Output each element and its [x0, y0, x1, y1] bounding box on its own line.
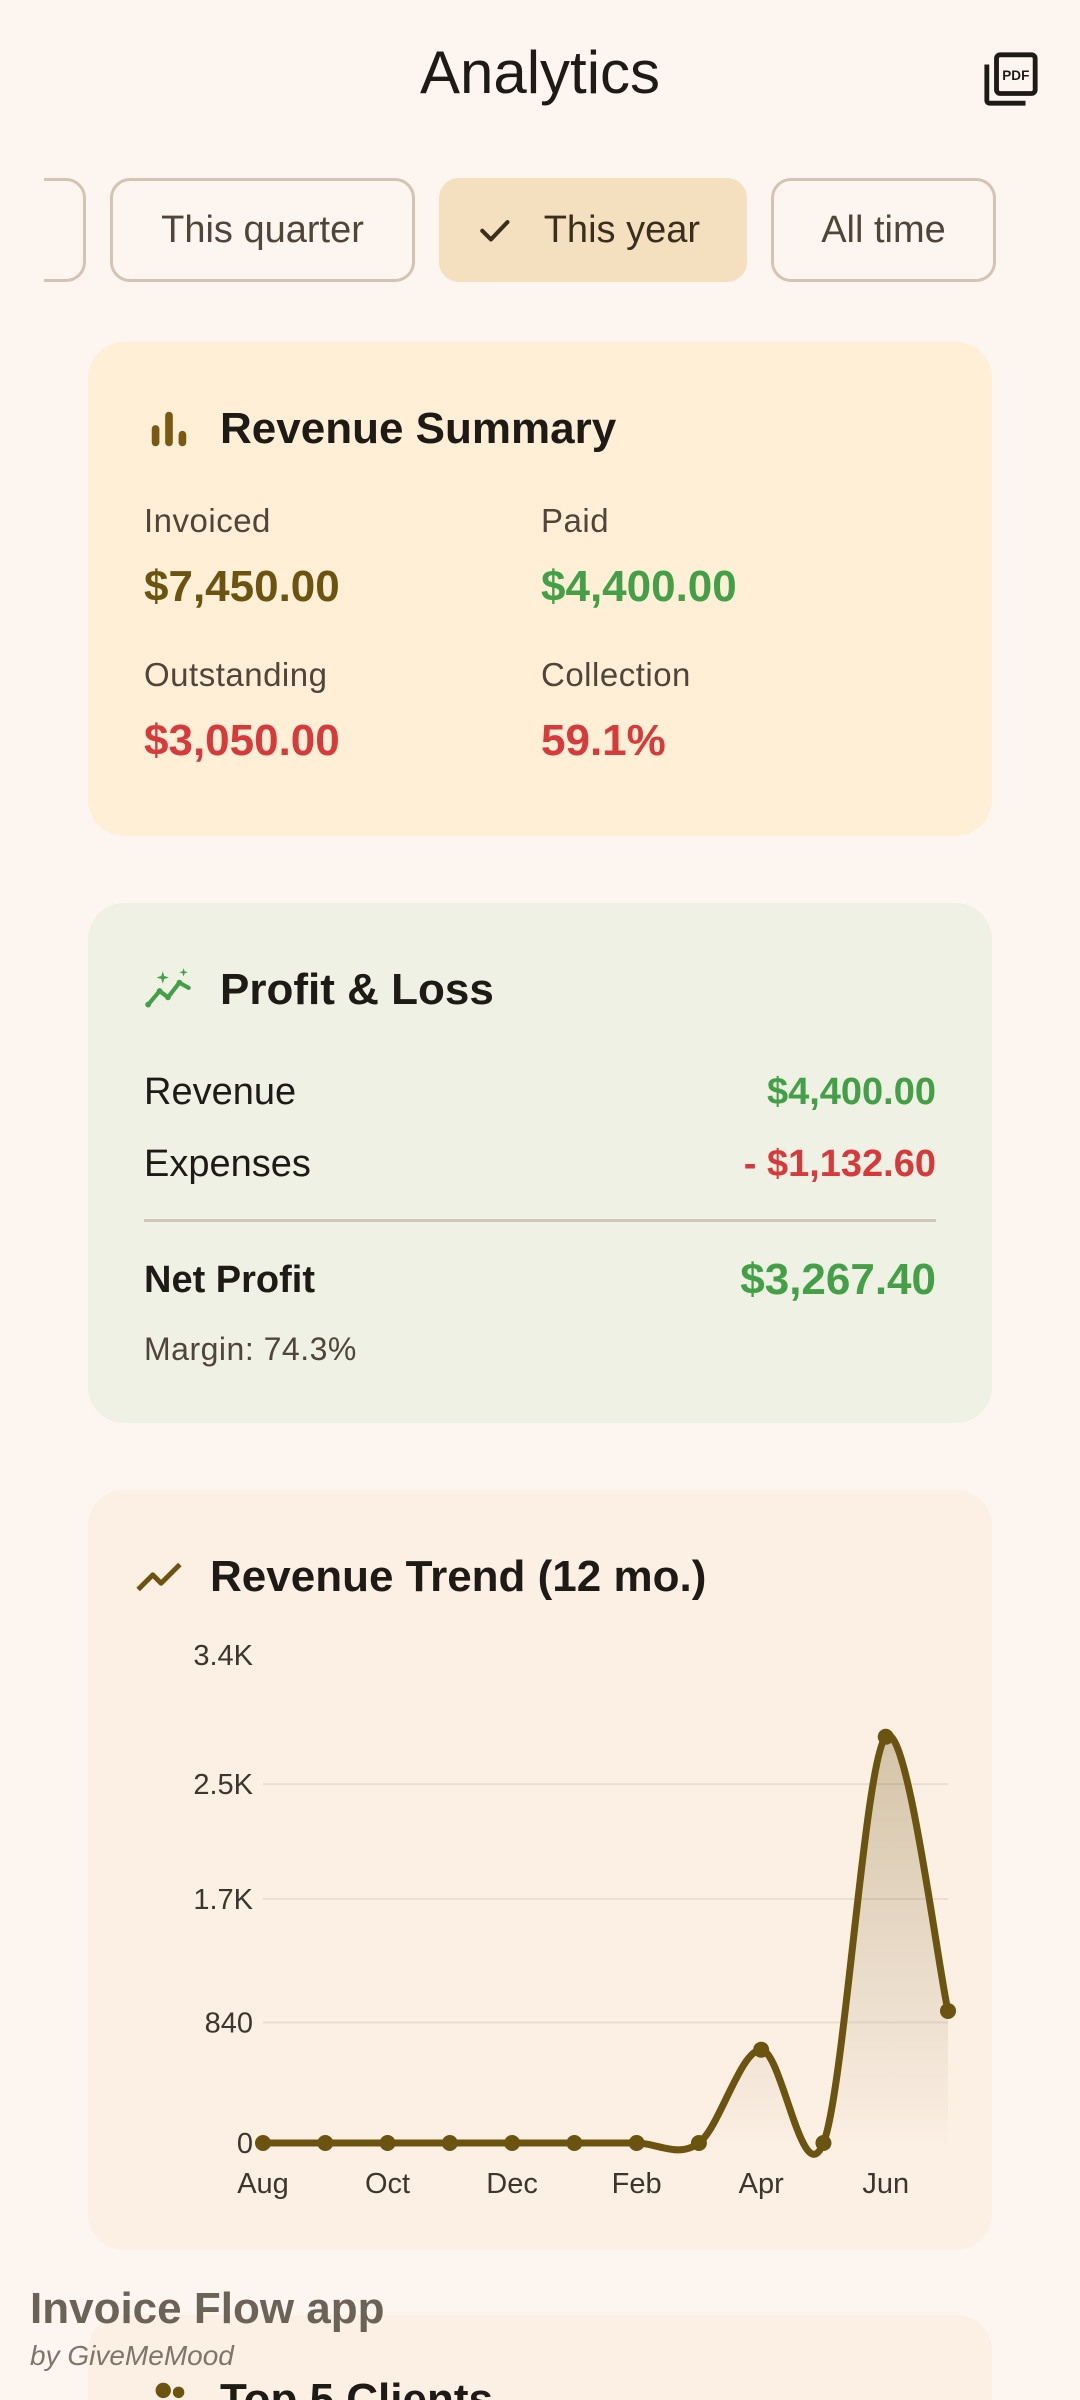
watermark-subtitle: by GiveMeMood — [30, 2340, 234, 2371]
metric-value: $3,050.00 — [144, 716, 340, 765]
pdf-icon-text: PDF — [1002, 68, 1029, 83]
revenue-summary-header: Revenue Summary — [144, 404, 616, 454]
x-tick-label: Dec — [486, 2168, 538, 2200]
chip-label: This quarter — [161, 208, 364, 251]
metric-label: Collection — [541, 656, 691, 693]
x-tick-label: Jun — [862, 2168, 909, 2200]
analytics-screen: Analytics PDF th This quarter This year — [0, 0, 1080, 2400]
metric-value: $4,400.00 — [541, 562, 737, 611]
data-point — [628, 2135, 645, 2151]
x-tick-label: Feb — [612, 2168, 662, 2200]
pnl-divider — [144, 1219, 936, 1222]
card-title: Revenue Trend (12 mo.) — [210, 1552, 707, 1601]
chip-label: This year — [543, 208, 700, 251]
data-point — [815, 2135, 832, 2151]
x-tick-label: Aug — [237, 2168, 289, 2200]
x-tick-label: Oct — [365, 2168, 410, 2200]
row-label: Expenses — [144, 1143, 311, 1185]
chip-this-year[interactable]: This year — [439, 178, 747, 282]
people-icon — [144, 2375, 194, 2400]
row-value: $4,400.00 — [766, 1071, 936, 1113]
trending-up-sparkle-icon — [144, 965, 194, 1015]
data-point — [690, 2135, 707, 2151]
watermark-title: Invoice Flow app — [30, 2284, 385, 2333]
y-tick-label: 840 — [205, 2007, 253, 2039]
profit-loss-header: Profit & Loss — [144, 965, 494, 1015]
pdf-icon: PDF — [984, 52, 1038, 106]
revenue-trend-card: Revenue Trend (12 mo.) 0 840 1.7K 2.5K 3.4K … — [88, 1490, 992, 2250]
data-point — [940, 2002, 956, 2019]
card-title: Revenue Summary — [220, 404, 617, 453]
data-point — [379, 2135, 396, 2151]
revenue-trend-header: Revenue Trend (12 mo.) — [134, 1552, 706, 1602]
y-tick-label: 1.7K — [193, 1884, 253, 1916]
chip-label: All time — [821, 208, 946, 251]
data-point — [441, 2135, 458, 2151]
app-bar: Analytics PDF — [0, 0, 1080, 150]
pnl-revenue-row: Revenue $4,400.00 — [144, 1071, 936, 1114]
chip-all-time[interactable]: All time — [771, 178, 996, 282]
data-point — [566, 2135, 583, 2151]
data-point — [317, 2135, 334, 2151]
revenue-summary-card: Revenue Summary Invoiced $7,450.00 Paid … — [88, 342, 992, 836]
data-point — [504, 2135, 521, 2151]
metric-paid: Paid $4,400.00 — [541, 502, 921, 612]
pnl-net-row: Net Profit $3,267.40 — [144, 1255, 936, 1305]
bar-chart-icon — [144, 404, 194, 454]
metric-label: Outstanding — [144, 656, 328, 693]
top-clients-header: Top 5 Clients — [144, 2375, 493, 2400]
data-point — [753, 2041, 770, 2058]
metric-value: 59.1% — [541, 716, 666, 765]
metric-value: $7,450.00 — [144, 562, 340, 611]
page-title: Analytics — [419, 39, 661, 106]
export-pdf-button[interactable]: PDF — [976, 44, 1046, 114]
trending-up-icon — [134, 1552, 184, 1602]
metric-label: Invoiced — [144, 502, 271, 539]
chip-row-fade-right — [1040, 178, 1080, 284]
revenue-trend-chart: 0 840 1.7K 2.5K 3.4K Aug Oct Dec Feb Apr Jun — [193, 1640, 956, 2200]
row-value: $3,267.40 — [740, 1255, 936, 1304]
period-filter-chips: th This quarter This year All time — [0, 178, 1080, 284]
trend-area — [263, 1735, 948, 2155]
metric-label: Paid — [541, 502, 610, 539]
y-tick-label: 3.4K — [193, 1640, 253, 1672]
row-label: Net Profit — [144, 1258, 315, 1301]
row-value: - $1,132.60 — [743, 1143, 936, 1185]
row-label: Revenue — [144, 1071, 297, 1113]
check-icon — [480, 220, 510, 242]
chip-this-quarter[interactable]: This quarter — [110, 178, 415, 282]
metric-collection: Collection 59.1% — [541, 656, 921, 766]
metric-invoiced: Invoiced $7,450.00 — [144, 502, 524, 612]
card-title: Top 5 Clients — [220, 2375, 493, 2400]
chip-row-fade-left — [0, 178, 44, 284]
profit-loss-card: Profit & Loss Revenue $4,400.00 Expenses… — [88, 903, 992, 1423]
margin-text: Margin: 74.3% — [144, 1331, 357, 1367]
data-point — [255, 2135, 271, 2151]
x-tick-label: Apr — [739, 2168, 784, 2200]
data-point — [877, 1728, 894, 1745]
card-title: Profit & Loss — [220, 965, 494, 1014]
metric-outstanding: Outstanding $3,050.00 — [144, 656, 524, 766]
y-tick-label: 2.5K — [193, 1769, 253, 1801]
pnl-expenses-row: Expenses - $1,132.60 — [144, 1143, 936, 1186]
y-tick-label: 0 — [237, 2128, 253, 2160]
